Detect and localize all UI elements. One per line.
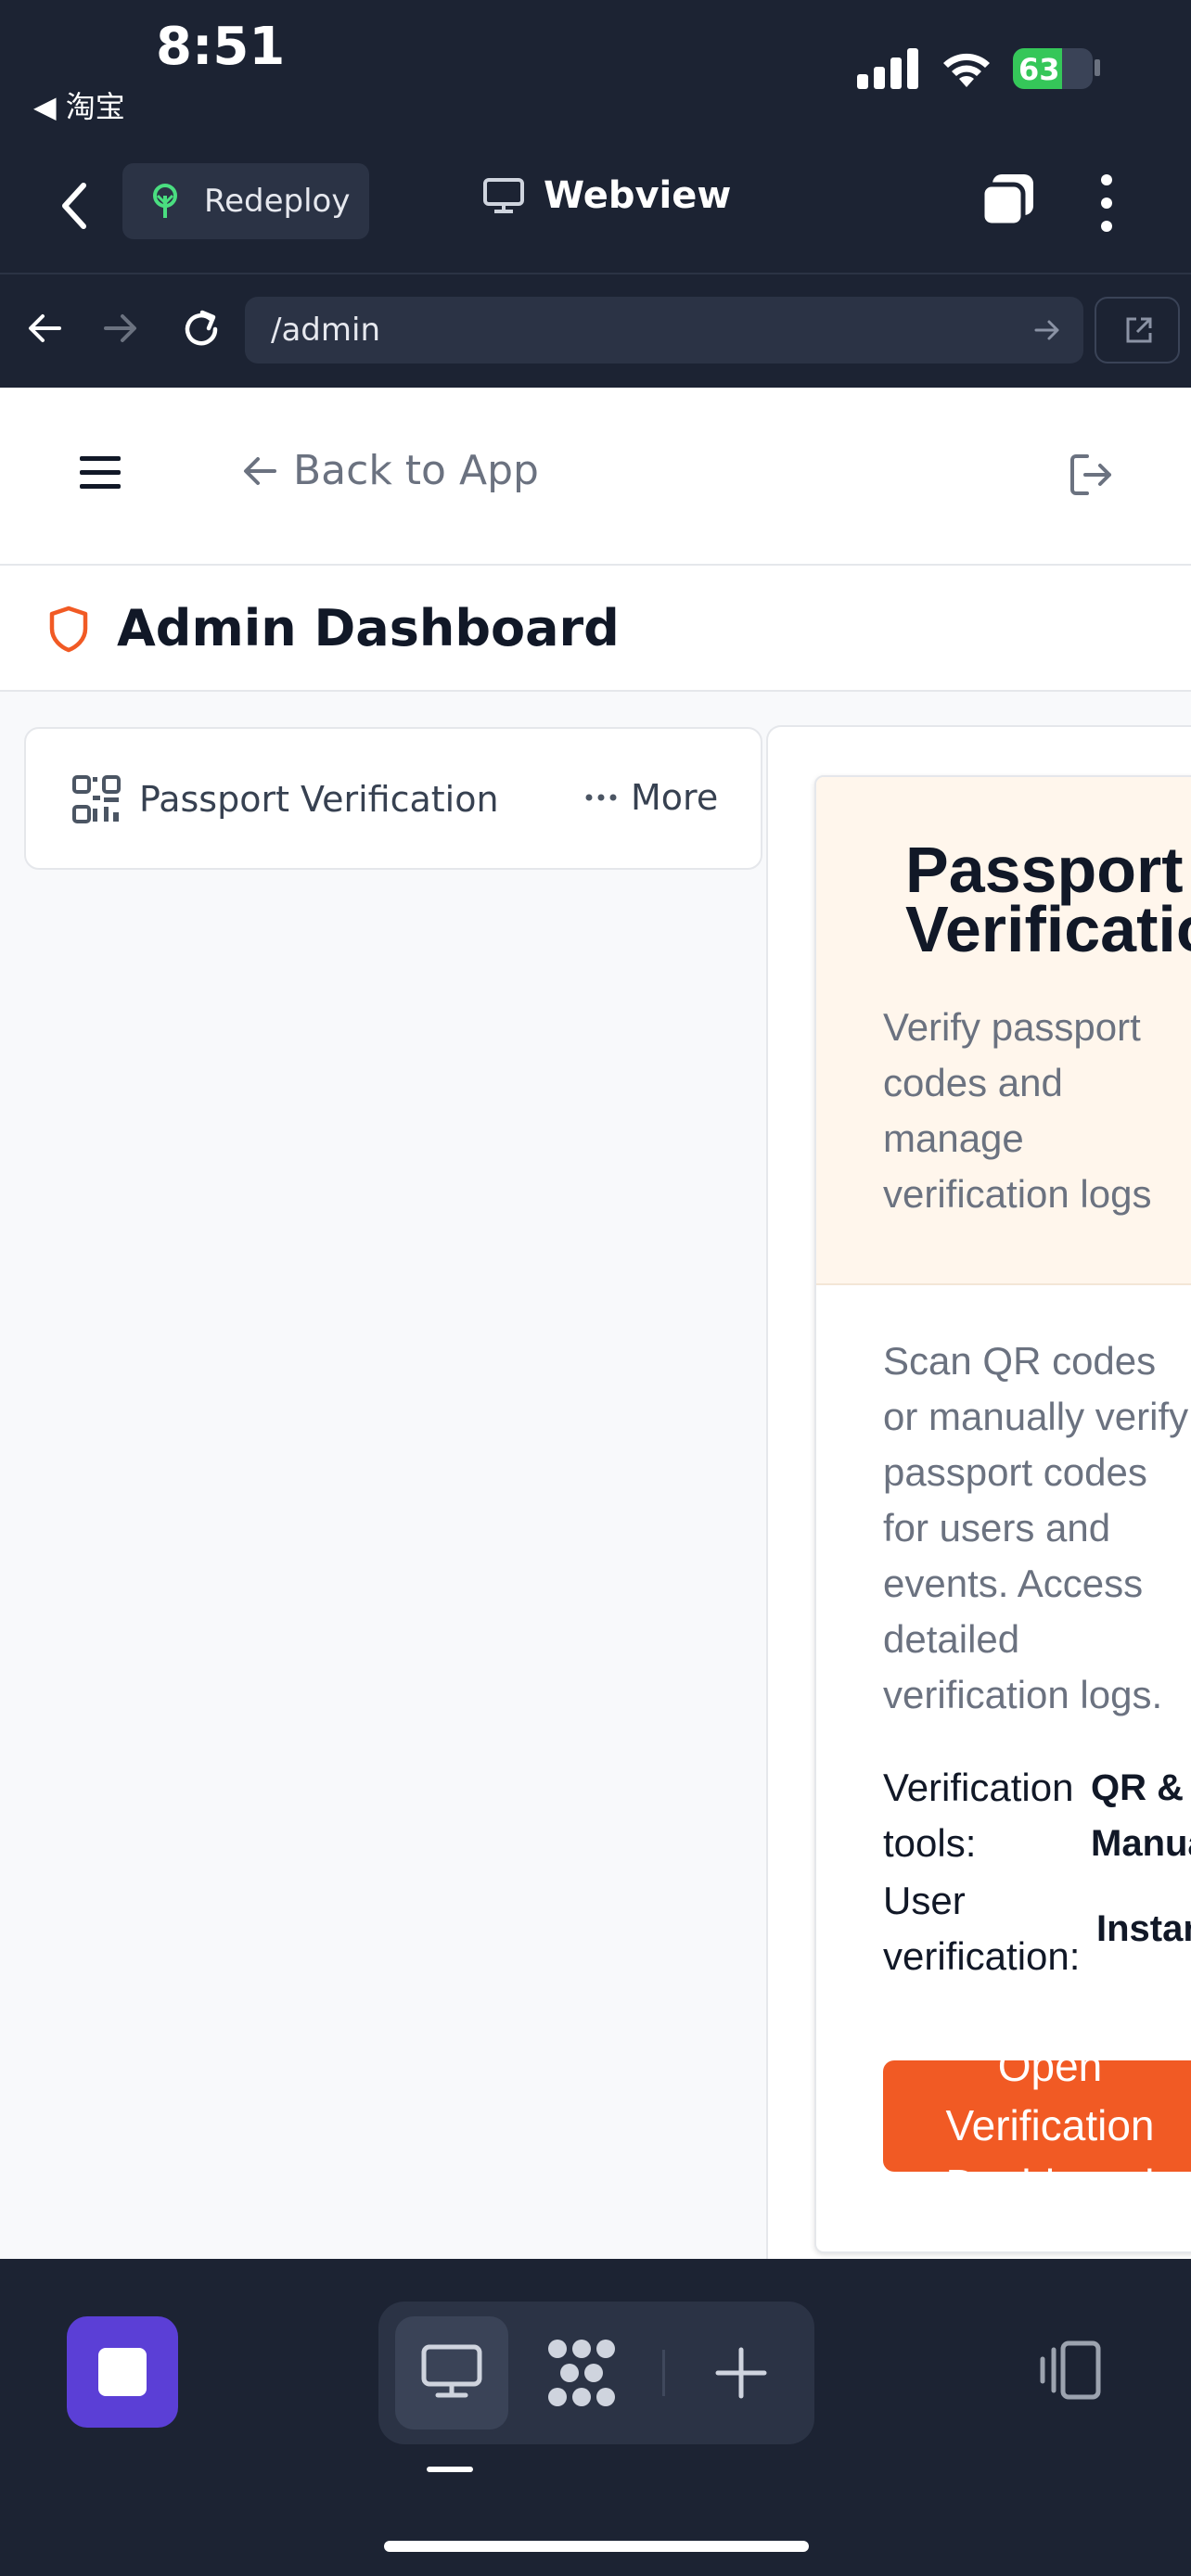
- nav-more-button[interactable]: More: [584, 777, 718, 818]
- view-switcher: [378, 2302, 814, 2444]
- url-text: /admin: [271, 312, 380, 349]
- feature-label: User verification:: [883, 1879, 1081, 1978]
- wifi-icon: [943, 53, 990, 87]
- back-to-app-label: Back to App: [293, 447, 539, 494]
- shield-icon: [49, 606, 88, 653]
- cellular-signal-icon: [857, 48, 918, 89]
- back-chevron-icon[interactable]: [56, 180, 93, 232]
- monitor-icon: [483, 178, 524, 213]
- stop-button[interactable]: [67, 2316, 178, 2428]
- feature-row: Verification tools:: [883, 1760, 1096, 1871]
- bottom-toolbar: [0, 2259, 1191, 2576]
- content-panel: Passport Verification Verify passport co…: [766, 725, 1191, 2259]
- redeploy-button[interactable]: Redeploy: [122, 163, 369, 239]
- card-title-line2: Verification: [905, 893, 1191, 965]
- external-link-icon: [1126, 317, 1152, 343]
- arrow-left-icon: [244, 456, 276, 485]
- back-to-app-link[interactable]: ◀ 淘宝: [33, 83, 125, 126]
- webview-content: Back to App Admin Dashboard Passport Ver…: [0, 388, 1191, 2259]
- back-to-app-button[interactable]: Back to App: [241, 447, 539, 494]
- qr-code-icon: [72, 775, 121, 823]
- feature-label: Verification tools:: [883, 1766, 1074, 1865]
- status-time: 8:51: [156, 17, 286, 77]
- nav-item-passport-verification[interactable]: Passport Verification: [72, 775, 499, 823]
- active-indicator: [427, 2467, 473, 2472]
- tabs-icon[interactable]: [980, 172, 1037, 230]
- url-bar: /admin: [0, 274, 1191, 386]
- battery-cap: [1095, 59, 1100, 76]
- page-title-row: Admin Dashboard: [0, 566, 1191, 692]
- go-arrow-icon[interactable]: [1033, 317, 1061, 343]
- battery-level: 63: [1018, 52, 1060, 87]
- nav-back-icon[interactable]: [26, 312, 63, 345]
- divider: [662, 2350, 665, 2396]
- nav-forward-icon[interactable]: [102, 312, 139, 345]
- passport-verification-card: Passport Verification Verify passport co…: [814, 775, 1191, 2253]
- desktop-view-button[interactable]: [395, 2316, 508, 2429]
- webview-label: Webview: [544, 174, 732, 217]
- hamburger-menu-icon[interactable]: [78, 454, 122, 491]
- battery-icon: 63: [1013, 48, 1093, 89]
- feature-value: QR & Manual: [1091, 1767, 1191, 1864]
- page-title: Admin Dashboard: [117, 599, 620, 657]
- more-vertical-icon[interactable]: [1095, 172, 1119, 234]
- url-input[interactable]: /admin: [245, 297, 1083, 363]
- apps-grid-icon[interactable]: [545, 2337, 618, 2409]
- logout-icon[interactable]: [1067, 451, 1115, 499]
- webview-tab[interactable]: Webview: [482, 174, 731, 217]
- admin-nav-card: Passport Verification More: [24, 727, 762, 870]
- nav-more-label: More: [631, 777, 719, 818]
- device-layout-icon[interactable]: [1035, 2340, 1104, 2400]
- open-external-button[interactable]: [1095, 297, 1180, 363]
- top-bar: Redeploy Webview: [0, 139, 1191, 274]
- button-line: Open: [997, 2060, 1103, 2090]
- reload-icon[interactable]: [180, 308, 223, 351]
- app-header: Back to App: [0, 388, 1191, 566]
- feature-row: User verification:: [883, 1873, 1096, 1984]
- nav-item-label: Passport Verification: [139, 779, 499, 820]
- more-horizontal-icon: [585, 794, 617, 801]
- card-subtitle: Verify passport codes and manage verific…: [883, 1005, 1152, 1216]
- open-verification-dashboard-button[interactable]: Open Verification Dashboard: [883, 2060, 1191, 2172]
- card-header: Passport Verification Verify passport co…: [816, 777, 1191, 1285]
- status-bar: 8:51 ◀ 淘宝 63: [0, 0, 1191, 139]
- card-title-line1: Passport: [905, 834, 1184, 906]
- redeploy-label: Redeploy: [204, 183, 351, 220]
- stop-icon: [98, 2348, 147, 2396]
- card-description: Scan QR codes or manually verify passpor…: [883, 1339, 1189, 1716]
- feature-value: Instant: [1096, 1908, 1191, 1949]
- card-title: Passport Verification: [905, 834, 1191, 965]
- button-line: Dashboard: [883, 2155, 1191, 2172]
- home-indicator: [384, 2541, 809, 2552]
- deploy-tree-icon: [153, 184, 177, 218]
- button-line: Verification: [945, 2101, 1155, 2149]
- monitor-icon: [421, 2344, 482, 2398]
- plus-icon[interactable]: [714, 2346, 768, 2400]
